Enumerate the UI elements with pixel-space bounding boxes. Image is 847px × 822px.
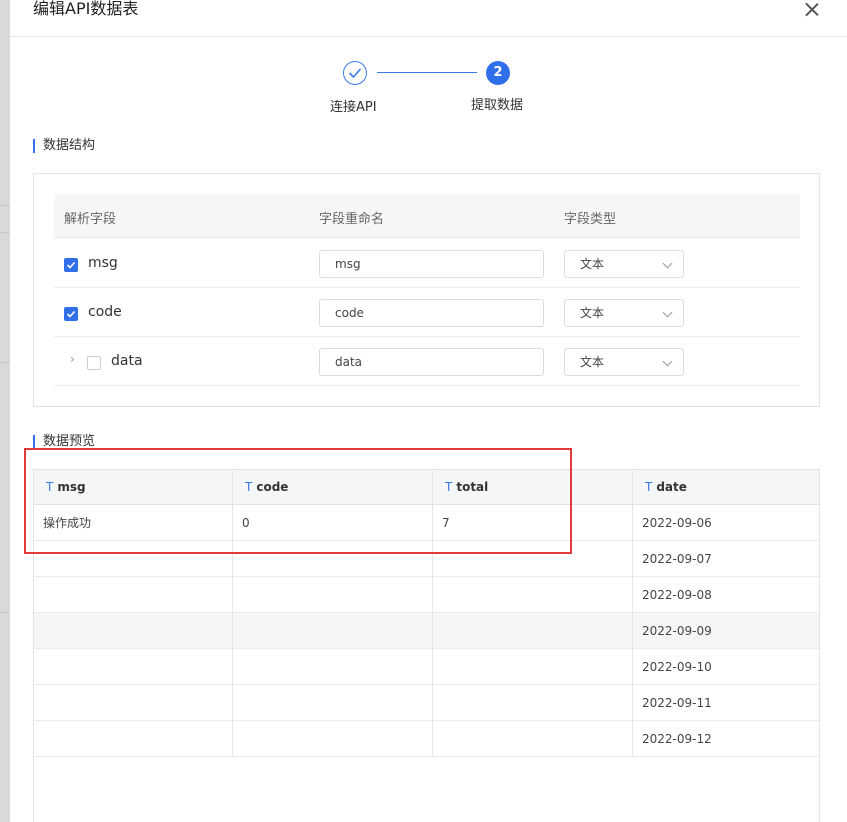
edit-api-table-dialog: 编辑API数据表 2 连接API 提取数据 数据结构 解析字段 字段重命名 字段… <box>10 0 847 822</box>
cell-date: 2022-09-07 <box>642 552 712 566</box>
field-name-code: code <box>88 304 122 320</box>
rename-input-code[interactable]: code <box>319 299 544 327</box>
structure-row-data: › data data 文本 <box>54 337 800 386</box>
preview-section-title: 数据预览 <box>33 434 95 450</box>
cell-date: 2022-09-12 <box>642 732 712 746</box>
cell-code: 0 <box>242 516 250 530</box>
column-divider <box>632 469 633 757</box>
data-checkbox[interactable] <box>87 356 101 370</box>
code-checkbox[interactable] <box>64 307 78 321</box>
step-2-number: 2 <box>486 61 510 85</box>
table-row: 2022-09-10 <box>34 649 819 685</box>
type-select-msg[interactable]: 文本 <box>564 250 684 278</box>
structure-row-msg: msg msg 文本 <box>54 239 800 288</box>
text-type-icon: T <box>46 480 54 494</box>
preview-table-header: Tmsg Tcode Ttotal Tdate <box>34 469 819 505</box>
rename-input-data[interactable]: data <box>319 348 544 376</box>
preview-table: Tmsg Tcode Ttotal Tdate 操作成功 0 7 2022-09… <box>33 469 820 822</box>
step-1-check-icon <box>343 61 367 85</box>
chevron-down-icon <box>662 258 673 269</box>
column-header-msg: Tmsg <box>46 480 86 494</box>
type-select-value: 文本 <box>580 355 605 369</box>
structure-panel: 解析字段 字段重命名 字段类型 msg msg 文本 code code 文本 <box>33 173 820 407</box>
chevron-down-icon <box>662 356 673 367</box>
dialog-header: 编辑API数据表 <box>10 0 847 37</box>
header-type: 字段类型 <box>564 212 617 227</box>
header-rename: 字段重命名 <box>319 212 385 227</box>
column-divider <box>232 469 233 757</box>
cell-date: 2022-09-11 <box>642 696 712 710</box>
step-2-label: 提取数据 <box>471 98 524 113</box>
cell-total: 7 <box>442 516 450 530</box>
type-select-value: 文本 <box>580 257 605 271</box>
close-icon[interactable] <box>800 0 824 22</box>
background-page-strip <box>0 0 10 822</box>
table-row-hovered: 2022-09-09 <box>34 613 819 649</box>
cell-date: 2022-09-09 <box>642 624 712 638</box>
text-type-icon: T <box>445 480 453 494</box>
table-row: 操作成功 0 7 2022-09-06 <box>34 505 819 541</box>
chevron-down-icon <box>662 307 673 318</box>
column-header-date: Tdate <box>645 480 687 494</box>
type-select-value: 文本 <box>580 306 605 320</box>
structure-table-header: 解析字段 字段重命名 字段类型 <box>54 194 800 238</box>
field-name-msg: msg <box>88 255 118 271</box>
step-1-label: 连接API <box>330 100 377 115</box>
cell-date: 2022-09-10 <box>642 660 712 674</box>
msg-checkbox[interactable] <box>64 258 78 272</box>
structure-section-title: 数据结构 <box>33 138 95 154</box>
column-divider <box>432 469 433 757</box>
structure-row-code: code code 文本 <box>54 288 800 337</box>
table-row: 2022-09-12 <box>34 721 819 757</box>
text-type-icon: T <box>645 480 653 494</box>
column-header-code: Tcode <box>245 480 289 494</box>
expand-chevron-icon[interactable]: › <box>70 352 75 366</box>
table-row: 2022-09-11 <box>34 685 819 721</box>
type-select-data[interactable]: 文本 <box>564 348 684 376</box>
text-type-icon: T <box>245 480 253 494</box>
step-connector <box>377 72 477 73</box>
table-row: 2022-09-07 <box>34 541 819 577</box>
field-name-data: data <box>111 353 143 369</box>
cell-date: 2022-09-06 <box>642 516 712 530</box>
rename-input-msg[interactable]: msg <box>319 250 544 278</box>
cell-msg: 操作成功 <box>43 516 92 530</box>
cell-date: 2022-09-08 <box>642 588 712 602</box>
table-row: 2022-09-08 <box>34 577 819 613</box>
header-field: 解析字段 <box>64 212 117 227</box>
column-header-total: Ttotal <box>445 480 489 494</box>
type-select-code[interactable]: 文本 <box>564 299 684 327</box>
dialog-title: 编辑API数据表 <box>33 0 139 18</box>
